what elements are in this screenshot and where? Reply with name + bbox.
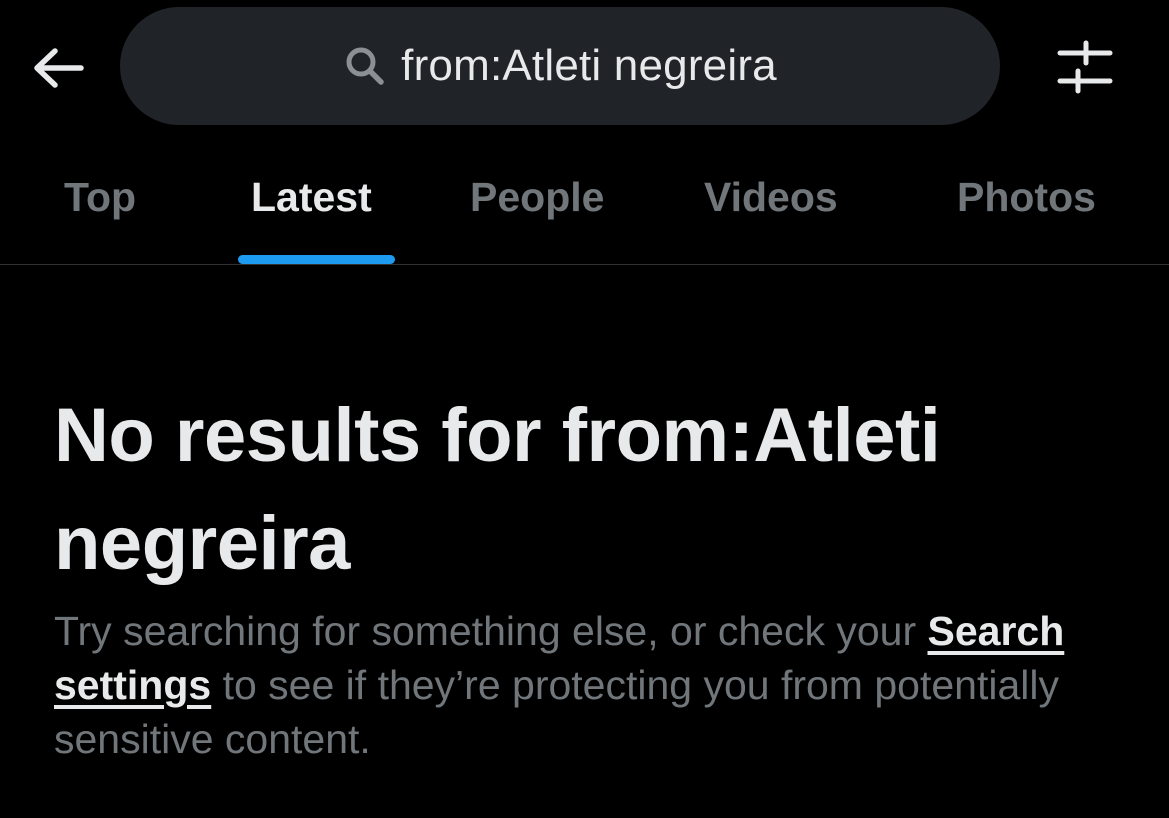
empty-state-title: No results for from:Atleti negreira (54, 393, 941, 586)
back-button[interactable] (28, 38, 88, 98)
tab-latest[interactable]: Latest (251, 174, 372, 221)
search-icon (343, 44, 387, 88)
arrow-left-icon (34, 48, 84, 88)
top-bar: from:Atleti negreira (0, 0, 1169, 130)
empty-state-text-before: Try searching for something else, or che… (54, 608, 928, 654)
tab-videos[interactable]: Videos (704, 174, 838, 221)
search-tabs: Top Latest People Videos Photos (0, 150, 1169, 264)
active-tab-indicator (238, 255, 395, 264)
tab-top[interactable]: Top (64, 174, 136, 221)
search-field[interactable]: from:Atleti negreira (120, 7, 1000, 125)
search-query: from:Atleti negreira (401, 41, 777, 90)
search-filter-button[interactable] (1052, 36, 1118, 98)
sliders-icon (1057, 40, 1113, 94)
tabs-divider (0, 264, 1169, 265)
tab-photos[interactable]: Photos (957, 174, 1096, 221)
tab-people[interactable]: People (470, 174, 604, 221)
empty-state-description: Try searching for something else, or che… (54, 604, 1134, 766)
